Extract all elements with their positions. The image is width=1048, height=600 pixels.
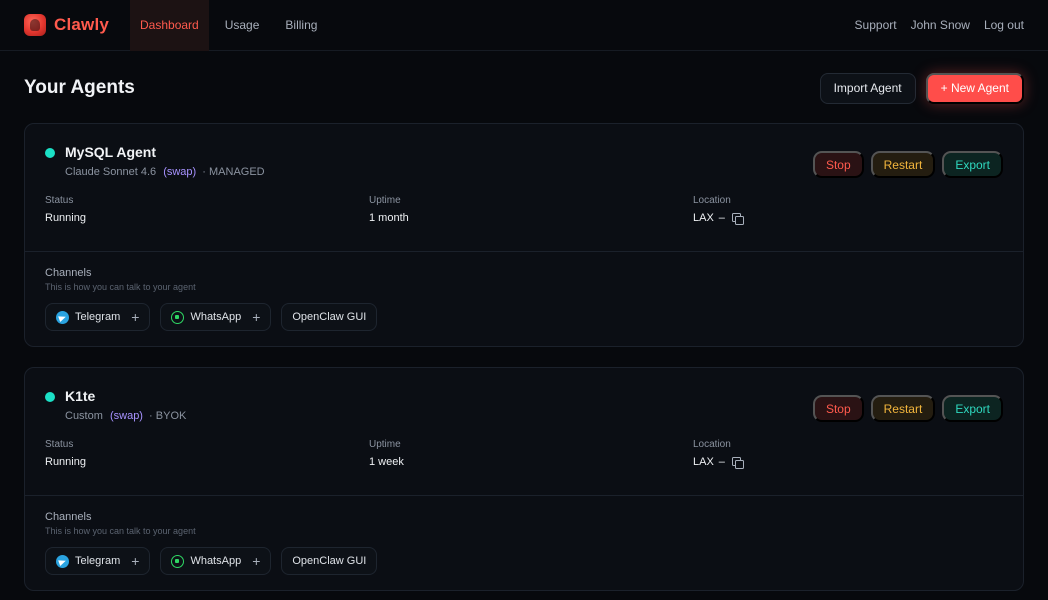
nav-links: Dashboard Usage Billing xyxy=(130,0,333,51)
channel-list: Telegram + WhatsApp + OpenClaw GUI xyxy=(45,547,1003,575)
add-telegram-icon[interactable]: + xyxy=(131,310,139,324)
nav-user[interactable]: John Snow xyxy=(911,18,970,32)
telegram-label: Telegram xyxy=(75,555,121,567)
status-value: Running xyxy=(45,456,86,468)
status-value: Running xyxy=(45,212,86,224)
agent-list: MySQL Agent Claude Sonnet 4.6 (swap) · M… xyxy=(0,123,1048,591)
stop-button[interactable]: Stop xyxy=(812,151,864,178)
location-value-row: LAX – xyxy=(693,212,744,225)
clawly-logo-icon xyxy=(24,14,46,36)
add-telegram-icon[interactable]: + xyxy=(131,554,139,568)
location-separator: – xyxy=(718,212,725,224)
uptime-label: Uptime xyxy=(369,439,401,450)
swap-model-link[interactable]: (swap) xyxy=(163,166,196,178)
running-status-dot xyxy=(45,148,55,158)
telegram-channel-chip[interactable]: Telegram + xyxy=(45,547,151,575)
openclaw-gui-chip[interactable]: OpenClaw GUI xyxy=(281,547,378,575)
whatsapp-channel-chip[interactable]: WhatsApp + xyxy=(160,303,272,331)
header-actions: Import Agent + New Agent xyxy=(819,72,1024,104)
channels-title: Channels xyxy=(45,267,92,279)
nav-logout[interactable]: Log out xyxy=(984,18,1024,32)
nav-right: Support John Snow Log out xyxy=(855,18,1024,32)
uptime-label: Uptime xyxy=(369,195,401,206)
channel-list: Telegram + WhatsApp + OpenClaw GUI xyxy=(45,303,1003,331)
channels-subtitle: This is how you can talk to your agent xyxy=(45,526,196,536)
brand-name: Clawly xyxy=(54,15,110,34)
agent-name: MySQL Agent xyxy=(65,144,157,160)
nav-billing[interactable]: Billing xyxy=(275,0,327,51)
stop-button[interactable]: Stop xyxy=(812,395,864,422)
location-label: Location xyxy=(693,439,731,450)
running-status-dot xyxy=(45,392,55,402)
export-button[interactable]: Export xyxy=(942,151,1003,178)
status-label: Status xyxy=(45,439,74,450)
restart-button[interactable]: Restart xyxy=(870,151,936,178)
copy-icon[interactable] xyxy=(731,212,744,225)
telegram-channel-chip[interactable]: Telegram + xyxy=(45,303,151,331)
page-title: Your Agents xyxy=(24,77,135,98)
agent-card: K1te Custom (swap) · BYOK Stop Restart E… xyxy=(24,367,1024,591)
copy-icon[interactable] xyxy=(731,456,744,469)
openclaw-gui-label: OpenClaw GUI xyxy=(292,311,367,323)
agent-mode: · BYOK xyxy=(149,410,187,422)
channels-title: Channels xyxy=(45,511,92,523)
location-value: LAX xyxy=(693,212,714,224)
uptime-value: 1 week xyxy=(369,456,404,468)
openclaw-gui-label: OpenClaw GUI xyxy=(292,555,367,567)
agent-meta: Status Running Uptime 1 week Location LA… xyxy=(45,439,1003,469)
location-value: LAX xyxy=(693,456,714,468)
status-label: Status xyxy=(45,195,74,206)
telegram-icon xyxy=(56,310,69,324)
agent-card-header: K1te Custom (swap) · BYOK Stop Restart E… xyxy=(25,368,1023,495)
add-whatsapp-icon[interactable]: + xyxy=(252,554,260,568)
swap-model-link[interactable]: (swap) xyxy=(110,410,143,422)
top-nav: Clawly Dashboard Usage Billing Support J… xyxy=(0,0,1048,51)
page-header: Your Agents Import Agent + New Agent xyxy=(0,72,1048,104)
agent-meta: Status Running Uptime 1 month Location L… xyxy=(45,195,1003,225)
nav-usage[interactable]: Usage xyxy=(215,0,270,51)
whatsapp-label: WhatsApp xyxy=(190,311,242,323)
nav-dashboard[interactable]: Dashboard xyxy=(130,0,209,51)
agent-card: MySQL Agent Claude Sonnet 4.6 (swap) · M… xyxy=(24,123,1024,347)
telegram-icon xyxy=(56,554,69,568)
channels-section: Channels This is how you can talk to you… xyxy=(25,251,1023,346)
whatsapp-icon xyxy=(171,554,185,568)
agent-actions: Stop Restart Export xyxy=(812,395,1003,422)
whatsapp-label: WhatsApp xyxy=(190,555,242,567)
new-agent-button[interactable]: + New Agent xyxy=(925,72,1024,104)
agent-actions: Stop Restart Export xyxy=(812,151,1003,178)
add-whatsapp-icon[interactable]: + xyxy=(252,310,260,324)
brand[interactable]: Clawly xyxy=(24,14,130,36)
export-button[interactable]: Export xyxy=(942,395,1003,422)
telegram-label: Telegram xyxy=(75,311,121,323)
agent-card-header: MySQL Agent Claude Sonnet 4.6 (swap) · M… xyxy=(25,124,1023,251)
agent-model: Custom xyxy=(65,410,103,422)
location-label: Location xyxy=(693,195,731,206)
import-agent-button[interactable]: Import Agent xyxy=(819,72,916,104)
restart-button[interactable]: Restart xyxy=(870,395,936,422)
location-separator: – xyxy=(718,456,725,468)
channels-subtitle: This is how you can talk to your agent xyxy=(45,282,196,292)
location-value-row: LAX – xyxy=(693,456,744,469)
whatsapp-icon xyxy=(171,310,185,324)
openclaw-gui-chip[interactable]: OpenClaw GUI xyxy=(281,303,378,331)
nav-support[interactable]: Support xyxy=(855,18,897,32)
agent-mode: · MANAGED xyxy=(202,166,265,178)
channels-section: Channels This is how you can talk to you… xyxy=(25,495,1023,590)
uptime-value: 1 month xyxy=(369,212,409,224)
whatsapp-channel-chip[interactable]: WhatsApp + xyxy=(160,547,272,575)
agent-name: K1te xyxy=(65,388,96,404)
agent-model: Claude Sonnet 4.6 xyxy=(65,166,157,178)
